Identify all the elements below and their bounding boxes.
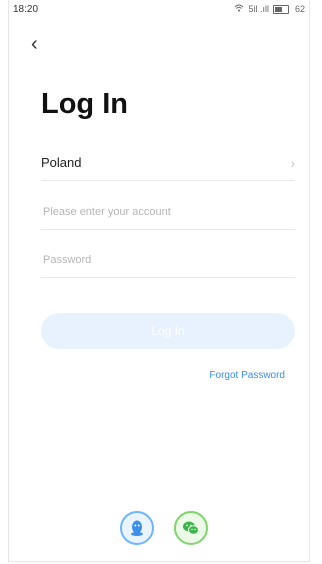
login-screen: 18:20 5il .ıll 62 ‹ Log In Poland › Log … <box>8 0 310 562</box>
account-input[interactable] <box>41 204 295 219</box>
account-field-row <box>41 194 295 230</box>
page-title: Log In <box>41 88 128 120</box>
battery-icon <box>272 4 289 14</box>
password-input[interactable] <box>41 252 295 267</box>
wechat-login-button[interactable] <box>174 511 208 545</box>
status-icons: 5il .ıll 62 <box>234 4 305 14</box>
qq-icon <box>129 519 145 537</box>
country-selector[interactable]: Poland › <box>41 145 295 181</box>
status-bar: 18:20 5il .ıll 62 <box>9 0 309 18</box>
login-button[interactable]: Log In <box>41 313 295 349</box>
status-time: 18:20 <box>13 3 39 15</box>
forgot-password-link[interactable]: Forgot Password <box>209 370 285 381</box>
back-button[interactable]: ‹ <box>31 34 38 54</box>
battery-level: 62 <box>294 4 305 14</box>
signal-text: 5il .ıll <box>248 4 269 14</box>
wifi-icon <box>234 4 244 14</box>
password-field-row <box>41 242 295 278</box>
qq-login-button[interactable] <box>120 511 154 545</box>
country-label: Poland <box>41 155 82 170</box>
back-icon: ‹ <box>31 33 38 55</box>
chevron-right-icon: › <box>290 154 295 171</box>
wechat-icon <box>182 520 200 536</box>
